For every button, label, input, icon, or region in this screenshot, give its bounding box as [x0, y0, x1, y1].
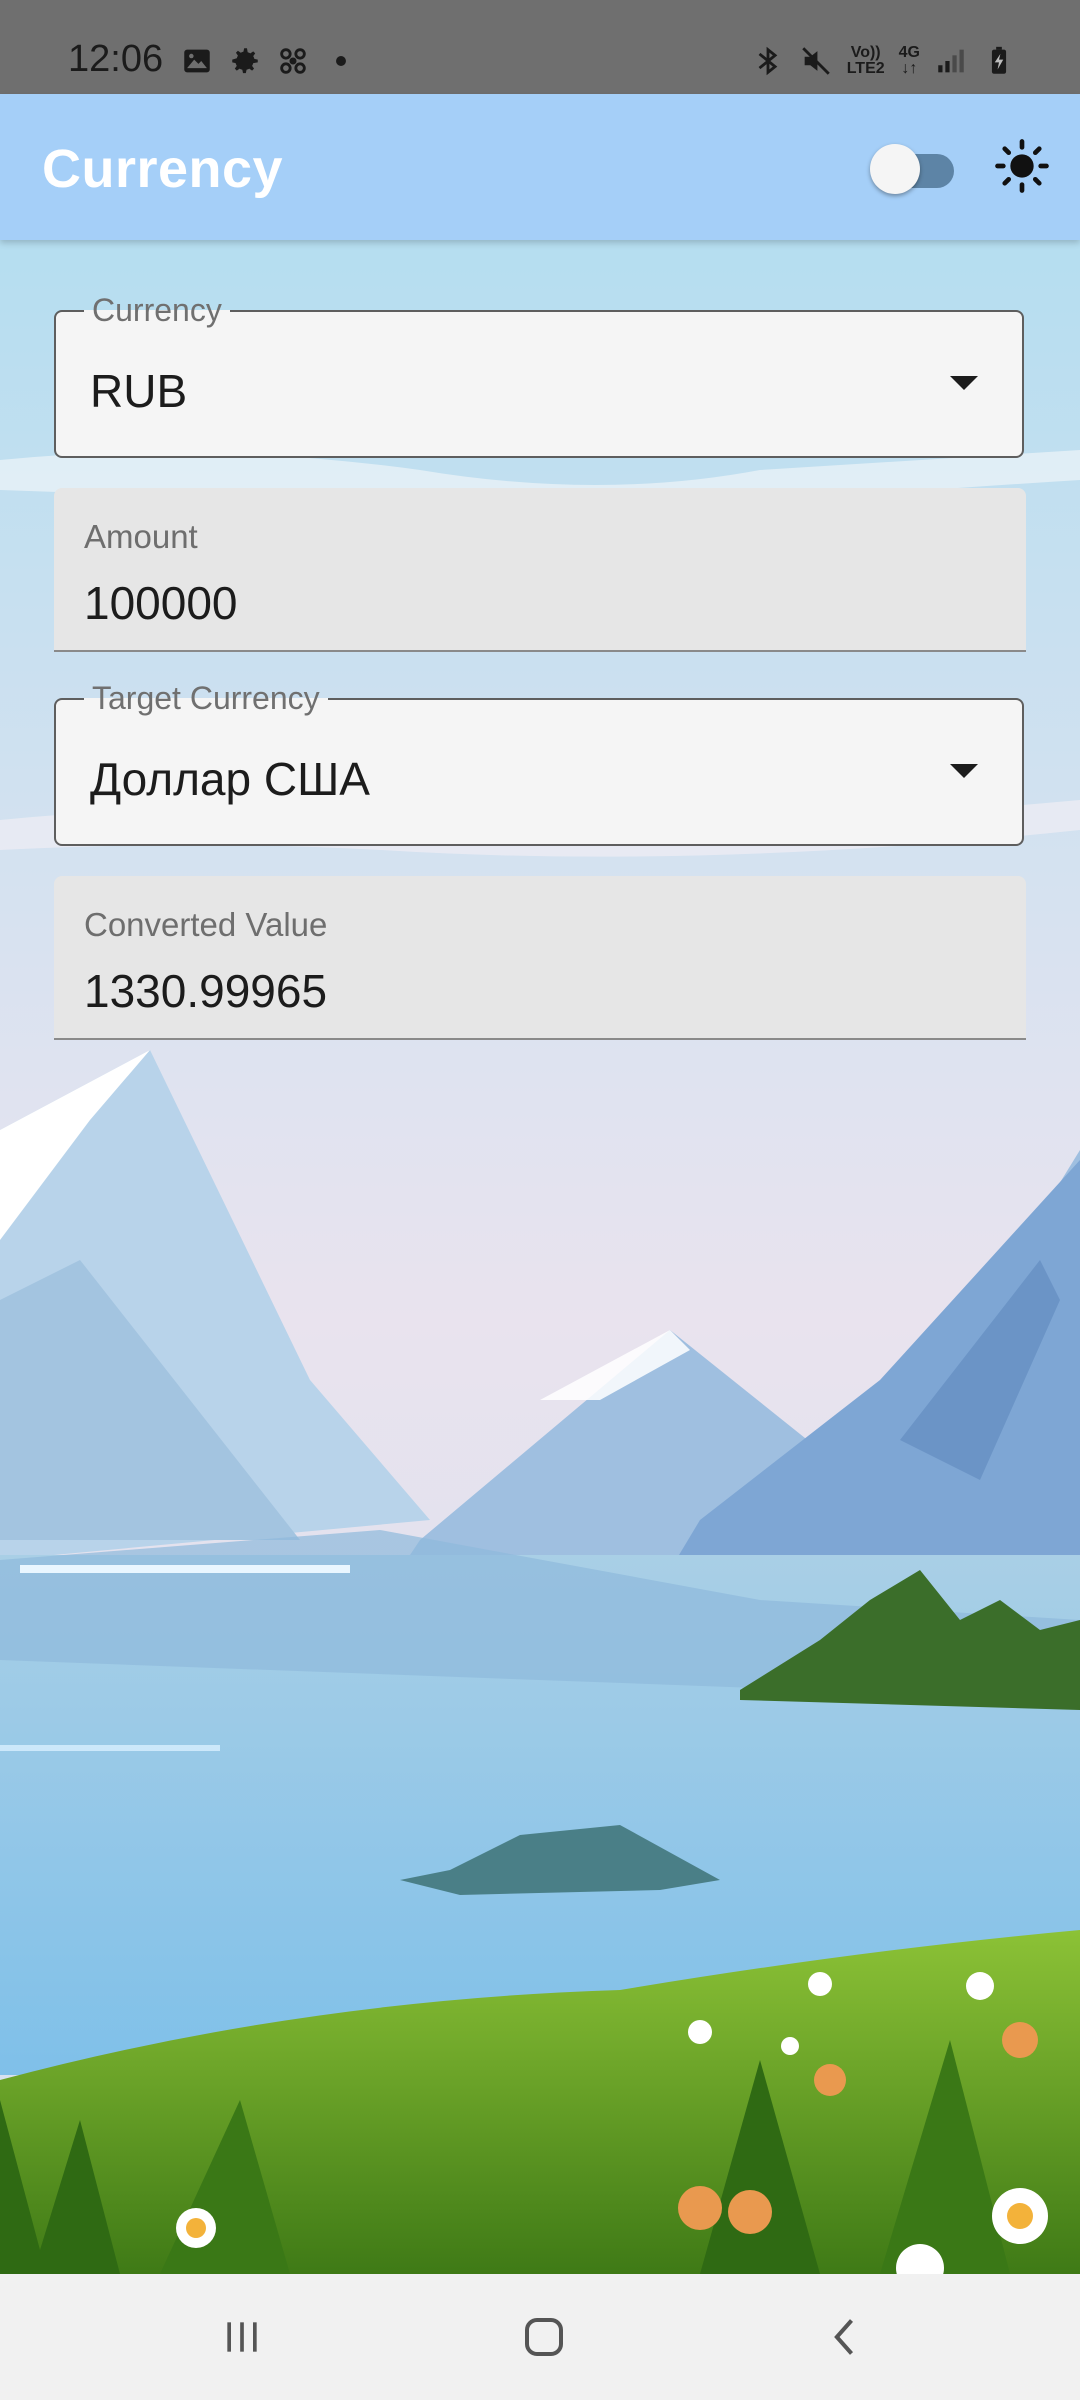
target-currency-label: Target Currency [84, 680, 328, 717]
battery-charging-icon [991, 46, 1007, 74]
amount-value[interactable]: 100000 [84, 576, 238, 630]
data-type: 4G [898, 44, 920, 61]
target-currency-dropdown[interactable]: Target Currency Доллар США [54, 680, 1024, 846]
amount-label: Amount [84, 518, 198, 555]
status-time: 12:06 [68, 38, 164, 80]
currency-value: RUB [90, 365, 188, 417]
target-currency-value: Доллар США [90, 753, 370, 805]
data-indicator: 4G ↓↑ [899, 45, 920, 77]
data-arrows-icon: ↓↑ [901, 60, 918, 77]
amount-field[interactable]: Amount 100000 [54, 488, 1026, 652]
caret-down-icon [950, 376, 978, 390]
sun-icon[interactable] [994, 138, 1050, 194]
back-icon [834, 2319, 854, 2355]
converted-value[interactable]: 1330.99965 [84, 964, 327, 1018]
gear-icon [232, 48, 258, 74]
app-bar: Currency [0, 94, 1080, 240]
converted-value-field[interactable]: Converted Value 1330.99965 [54, 876, 1026, 1040]
network-bottom: LTE2 [846, 60, 885, 77]
back-button[interactable] [798, 2298, 894, 2376]
fan-icon [280, 48, 306, 74]
bluetooth-icon [758, 46, 778, 76]
toggle-thumb [870, 144, 920, 194]
home-button[interactable] [496, 2298, 592, 2376]
theme-toggle[interactable] [868, 138, 960, 198]
network-indicator: Vo)) LTE2 [847, 45, 885, 77]
caret-down-icon [950, 764, 978, 778]
home-icon [525, 2318, 563, 2356]
network-top: Vo)) [850, 44, 881, 61]
currency-label: Currency [84, 292, 230, 329]
image-icon [184, 49, 210, 73]
navigation-bar [0, 2274, 1080, 2400]
recent-apps-button[interactable] [194, 2298, 290, 2376]
status-bar: 12:06 Vo)) LTE2 4G ↓↑ [0, 0, 1080, 94]
status-right-icons: Vo)) LTE2 4G ↓↑ [751, 44, 1016, 78]
mute-icon [801, 47, 830, 75]
currency-dropdown[interactable]: Currency RUB [54, 292, 1024, 458]
converted-value-label: Converted Value [84, 906, 328, 943]
signal-icon [938, 49, 964, 73]
app-title: Currency [42, 139, 284, 199]
dot-icon [336, 56, 346, 66]
recent-apps-icon [227, 2322, 257, 2352]
status-left-icons [180, 44, 358, 78]
